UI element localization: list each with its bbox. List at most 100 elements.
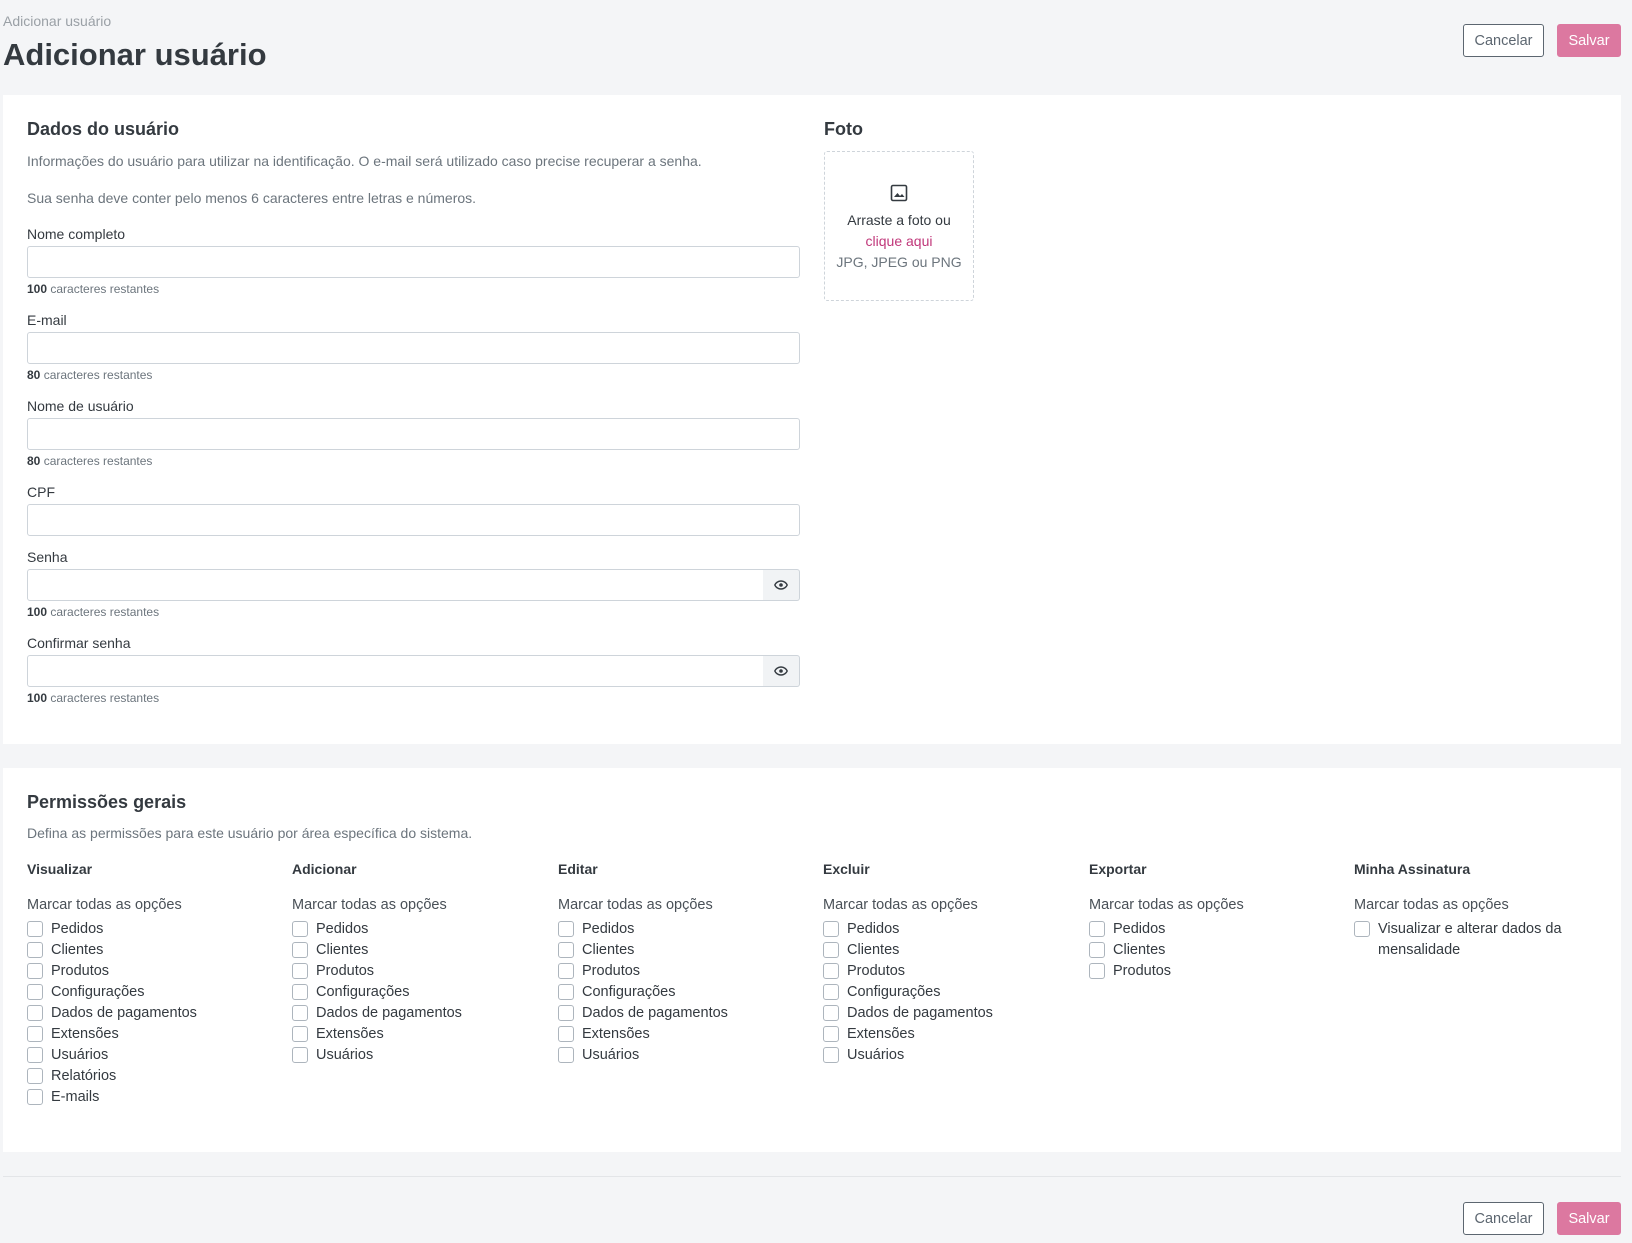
permission-item[interactable]: Clientes bbox=[27, 940, 282, 961]
permission-item[interactable]: Pedidos bbox=[558, 919, 813, 940]
permission-item[interactable]: Dados de pagamentos bbox=[558, 1003, 813, 1024]
full-name-input[interactable] bbox=[27, 246, 800, 278]
permission-item[interactable]: Configurações bbox=[292, 982, 547, 1003]
permission-checkbox[interactable] bbox=[823, 942, 839, 958]
permission-item[interactable]: Clientes bbox=[823, 940, 1078, 961]
permission-item[interactable]: Usuários bbox=[558, 1045, 813, 1066]
permission-checkbox[interactable] bbox=[27, 1047, 43, 1063]
permission-checkbox[interactable] bbox=[292, 1047, 308, 1063]
permission-item[interactable]: Extensões bbox=[292, 1024, 547, 1045]
permission-checkbox[interactable] bbox=[292, 1005, 308, 1021]
permission-item[interactable]: Clientes bbox=[1089, 940, 1344, 961]
permission-checkbox[interactable] bbox=[823, 921, 839, 937]
email-remaining: 80 caracteres restantes bbox=[27, 368, 152, 382]
permission-item[interactable]: Produtos bbox=[27, 961, 282, 982]
permission-checkbox[interactable] bbox=[823, 1026, 839, 1042]
permission-checkbox[interactable] bbox=[558, 984, 574, 1000]
select-all-link[interactable]: Marcar todas as opções bbox=[27, 897, 282, 913]
permission-label: Relatórios bbox=[51, 1068, 117, 1084]
permission-checkbox[interactable] bbox=[1089, 921, 1105, 937]
permission-item[interactable]: Configurações bbox=[27, 982, 282, 1003]
permission-item[interactable]: Extensões bbox=[558, 1024, 813, 1045]
page-title: Adicionar usuário bbox=[3, 37, 267, 72]
permission-item[interactable]: Produtos bbox=[558, 961, 813, 982]
permission-label: Extensões bbox=[582, 1026, 650, 1042]
permission-checkbox[interactable] bbox=[1089, 963, 1105, 979]
permission-item[interactable]: Pedidos bbox=[27, 919, 282, 940]
permission-checkbox[interactable] bbox=[27, 1068, 43, 1084]
permission-label: Usuários bbox=[51, 1047, 109, 1063]
permission-checkbox[interactable] bbox=[558, 1005, 574, 1021]
select-all-link[interactable]: Marcar todas as opções bbox=[823, 897, 1078, 913]
permission-checkbox[interactable] bbox=[292, 984, 308, 1000]
permission-checkbox[interactable] bbox=[27, 963, 43, 979]
password-input[interactable] bbox=[27, 569, 764, 601]
permission-item[interactable]: Usuários bbox=[27, 1045, 282, 1066]
password-toggle-button[interactable] bbox=[763, 569, 800, 601]
permission-checkbox[interactable] bbox=[1089, 942, 1105, 958]
permission-item[interactable]: Extensões bbox=[27, 1024, 282, 1045]
cancel-button-top[interactable]: Cancelar bbox=[1463, 24, 1544, 57]
permission-checkbox[interactable] bbox=[27, 921, 43, 937]
permission-item[interactable]: Produtos bbox=[823, 961, 1078, 982]
select-all-link[interactable]: Marcar todas as opções bbox=[1089, 897, 1344, 913]
permission-checkbox[interactable] bbox=[823, 1005, 839, 1021]
permission-checkbox[interactable] bbox=[27, 1005, 43, 1021]
permission-checkbox[interactable] bbox=[558, 963, 574, 979]
save-button-bottom[interactable]: Salvar bbox=[1557, 1202, 1621, 1235]
email-input[interactable] bbox=[27, 332, 800, 364]
permission-item[interactable]: Dados de pagamentos bbox=[292, 1003, 547, 1024]
permission-item[interactable]: Relatórios bbox=[27, 1066, 282, 1087]
permission-item[interactable]: Configurações bbox=[823, 982, 1078, 1003]
permission-checkbox[interactable] bbox=[823, 963, 839, 979]
permission-label: Clientes bbox=[51, 942, 104, 958]
permission-item[interactable]: E-mails bbox=[27, 1087, 282, 1108]
permission-checkbox[interactable] bbox=[823, 1047, 839, 1063]
permission-item[interactable]: Usuários bbox=[292, 1045, 547, 1066]
permission-item[interactable]: Extensões bbox=[823, 1024, 1078, 1045]
password-remaining: 100 caracteres restantes bbox=[27, 605, 159, 619]
permission-item[interactable]: Configurações bbox=[558, 982, 813, 1003]
permission-item[interactable]: Produtos bbox=[292, 961, 547, 982]
permission-item[interactable]: Clientes bbox=[292, 940, 547, 961]
photo-title: Foto bbox=[824, 119, 863, 139]
save-button-top[interactable]: Salvar bbox=[1557, 24, 1621, 57]
permission-checkbox[interactable] bbox=[558, 1026, 574, 1042]
permission-checkbox[interactable] bbox=[27, 1026, 43, 1042]
permission-item[interactable]: Pedidos bbox=[292, 919, 547, 940]
permission-checkbox[interactable] bbox=[292, 942, 308, 958]
select-all-link[interactable]: Marcar todas as opções bbox=[292, 897, 547, 913]
cpf-input[interactable] bbox=[27, 504, 800, 536]
permission-checkbox[interactable] bbox=[27, 942, 43, 958]
permission-label: Clientes bbox=[1113, 942, 1166, 958]
photo-dropzone[interactable]: Arraste a foto ou clique aqui JPG, JPEG … bbox=[824, 151, 974, 301]
permission-checkbox[interactable] bbox=[292, 1026, 308, 1042]
permission-item[interactable]: Clientes bbox=[558, 940, 813, 961]
permission-checkbox[interactable] bbox=[1354, 921, 1370, 937]
permission-item[interactable]: Usuários bbox=[823, 1045, 1078, 1066]
permission-checkbox[interactable] bbox=[558, 921, 574, 937]
select-all-link[interactable]: Marcar todas as opções bbox=[1354, 897, 1609, 913]
photo-click-link[interactable]: clique aqui bbox=[866, 231, 933, 252]
permission-item[interactable]: Visualizar e alterar dados da mensalidad… bbox=[1354, 919, 1609, 961]
confirm-password-input[interactable] bbox=[27, 655, 764, 687]
permission-checkbox[interactable] bbox=[27, 1089, 43, 1105]
permission-item[interactable]: Produtos bbox=[1089, 961, 1344, 982]
footer-divider bbox=[3, 1176, 1621, 1177]
permission-checkbox[interactable] bbox=[292, 921, 308, 937]
select-all-link[interactable]: Marcar todas as opções bbox=[558, 897, 813, 913]
confirm-password-toggle-button[interactable] bbox=[763, 655, 800, 687]
permission-checkbox[interactable] bbox=[558, 1047, 574, 1063]
permission-item[interactable]: Pedidos bbox=[1089, 919, 1344, 940]
permission-checkbox[interactable] bbox=[558, 942, 574, 958]
permission-item[interactable]: Dados de pagamentos bbox=[27, 1003, 282, 1024]
permission-item[interactable]: Pedidos bbox=[823, 919, 1078, 940]
username-input[interactable] bbox=[27, 418, 800, 450]
permission-label: Extensões bbox=[847, 1026, 915, 1042]
cpf-label: CPF bbox=[27, 484, 55, 500]
permission-checkbox[interactable] bbox=[292, 963, 308, 979]
cancel-button-bottom[interactable]: Cancelar bbox=[1463, 1202, 1544, 1235]
permission-checkbox[interactable] bbox=[823, 984, 839, 1000]
permission-checkbox[interactable] bbox=[27, 984, 43, 1000]
permission-item[interactable]: Dados de pagamentos bbox=[823, 1003, 1078, 1024]
